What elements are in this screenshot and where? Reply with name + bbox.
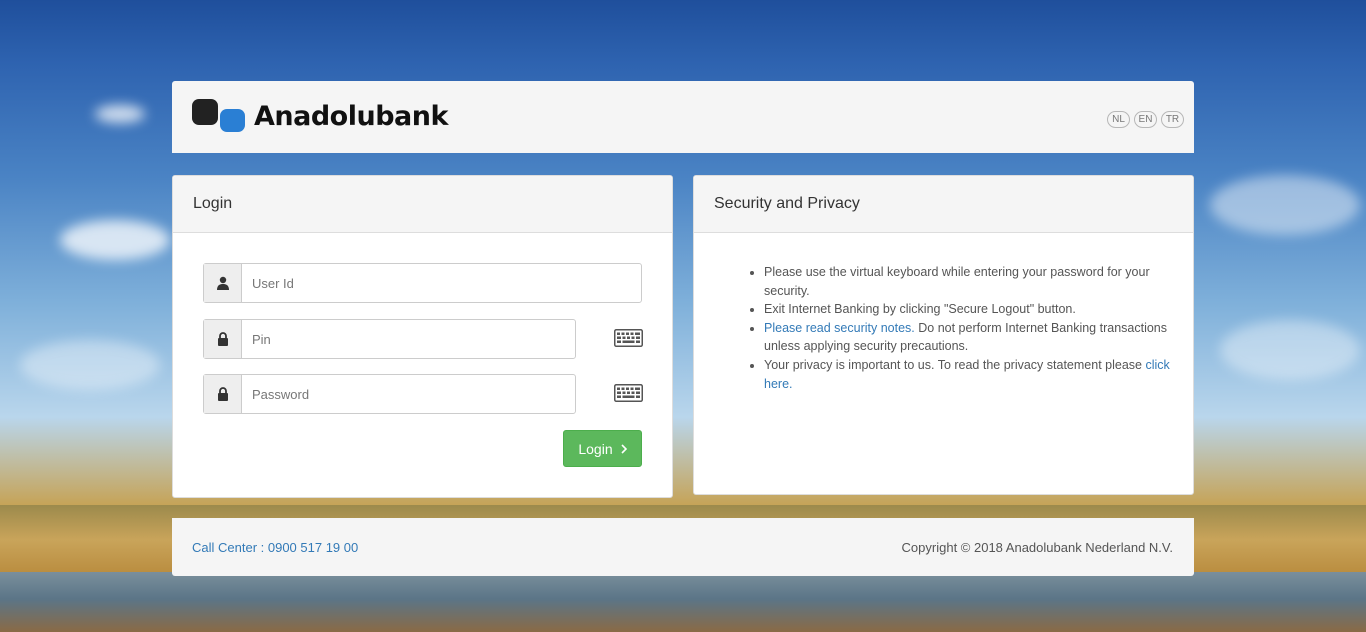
background-water: [0, 572, 1366, 632]
login-panel-title: Login: [173, 176, 672, 233]
background-cloud: [95, 105, 145, 123]
lock-icon: [204, 320, 242, 358]
security-panel: Security and Privacy Please use the virt…: [693, 175, 1194, 495]
language-selector: NL EN TR: [1107, 111, 1184, 128]
security-list: Please use the virtual keyboard while en…: [764, 263, 1174, 393]
language-tr-button[interactable]: TR: [1161, 111, 1184, 128]
pin-input[interactable]: [242, 320, 575, 358]
security-item-text: Exit Internet Banking by clicking "Secur…: [764, 302, 1076, 317]
user-id-group: [203, 263, 642, 303]
security-item-text: Your privacy is important to us. To read…: [764, 357, 1146, 372]
security-item-text: Please use the virtual keyboard while en…: [764, 265, 1150, 298]
lock-icon: [204, 375, 242, 413]
login-button[interactable]: Login: [563, 430, 642, 467]
header-bar: Anadolubank NL EN TR: [172, 81, 1194, 153]
logo-mark-icon: [192, 99, 246, 133]
brand-logo[interactable]: Anadolubank: [192, 99, 448, 133]
brand-name: Anadolubank: [254, 100, 448, 132]
background-cloud: [20, 340, 160, 390]
login-panel: Login User Id Login: [172, 175, 673, 498]
language-nl-button[interactable]: NL: [1107, 111, 1130, 128]
password-input[interactable]: [242, 375, 575, 413]
login-button-label: Login: [578, 440, 613, 457]
pin-keyboard-icon[interactable]: [614, 329, 643, 347]
chevron-right-icon: [621, 441, 627, 457]
background-cloud: [1220, 320, 1360, 380]
password-keyboard-icon[interactable]: [614, 384, 643, 402]
user-id-input[interactable]: [242, 264, 641, 302]
list-item: Please use the virtual keyboard while en…: [764, 263, 1174, 300]
list-item: Your privacy is important to us. To read…: [764, 356, 1174, 393]
pin-group: [203, 319, 576, 359]
security-panel-title: Security and Privacy: [694, 176, 1193, 233]
copyright-text: Copyright © 2018 Anadolubank Nederland N…: [901, 540, 1173, 555]
background-cloud: [60, 220, 170, 260]
user-icon: [204, 264, 242, 302]
logo-dark-square: [192, 99, 218, 125]
list-item: Exit Internet Banking by clicking "Secur…: [764, 300, 1174, 319]
security-notes-link[interactable]: Please read security notes.: [764, 321, 915, 335]
call-center-link[interactable]: Call Center : 0900 517 19 00: [192, 540, 358, 555]
logo-blue-square: [220, 109, 245, 132]
password-group: [203, 374, 576, 414]
language-en-button[interactable]: EN: [1134, 111, 1157, 128]
list-item: Please read security notes. Do not perfo…: [764, 319, 1174, 356]
background-cloud: [1210, 175, 1360, 235]
footer-bar: Call Center : 0900 517 19 00 Copyright ©…: [172, 518, 1194, 576]
